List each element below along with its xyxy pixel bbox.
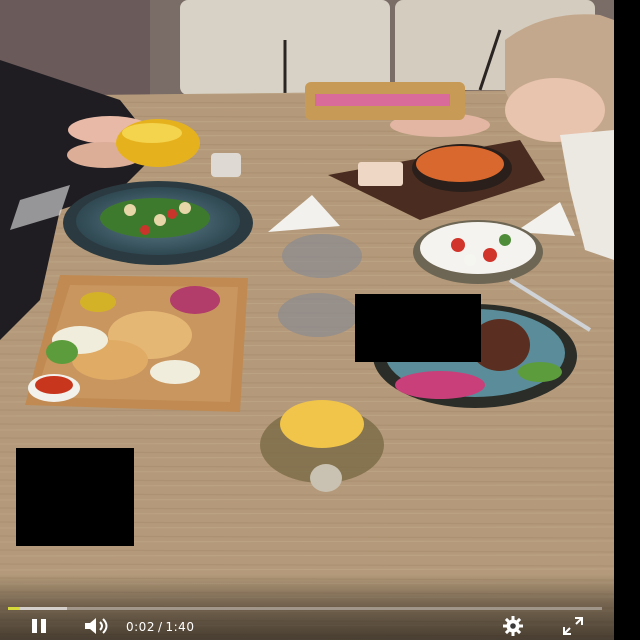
progress-bar[interactable] — [8, 607, 602, 610]
duration: 1:40 — [165, 620, 195, 634]
video-player[interactable]: 0:02 / 1:40 — [0, 0, 640, 640]
fullscreen-button[interactable] — [560, 617, 586, 639]
player-controls: 0:02 / 1:40 — [0, 574, 614, 640]
gear-icon — [502, 615, 524, 640]
current-time: 0:02 — [126, 620, 155, 634]
settings-button[interactable] — [500, 615, 526, 640]
volume-icon — [83, 617, 113, 639]
pause-button[interactable] — [26, 618, 52, 638]
progress-played — [8, 607, 20, 610]
time-separator: / — [157, 620, 163, 634]
letterbox-bar — [614, 0, 640, 640]
time-display: 0:02 / 1:40 — [126, 620, 194, 634]
redaction-box — [16, 448, 134, 546]
fullscreen-icon — [562, 616, 584, 640]
pause-icon — [29, 618, 49, 638]
volume-button[interactable] — [82, 618, 114, 638]
redaction-box — [355, 294, 481, 362]
